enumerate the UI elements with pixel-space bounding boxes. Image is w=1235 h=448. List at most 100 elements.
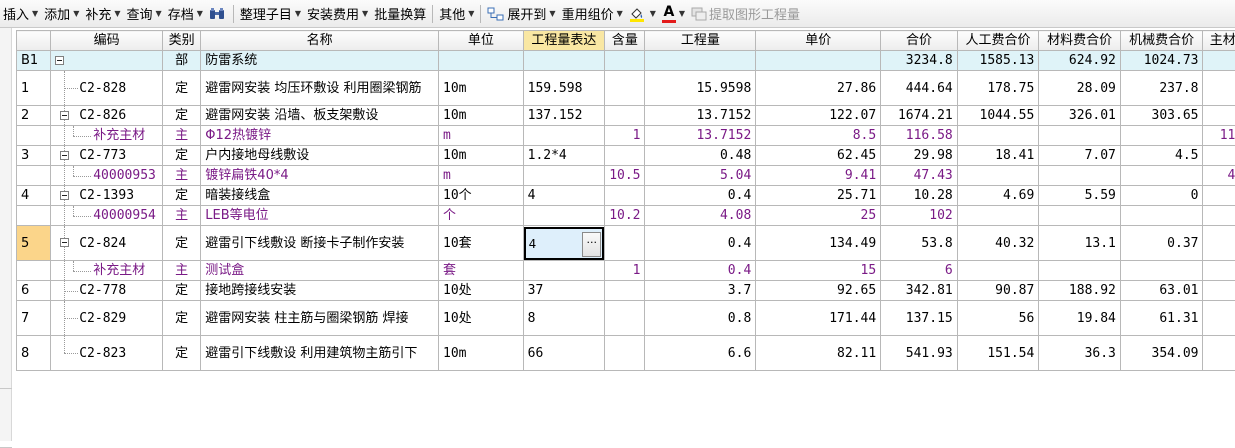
name-cell[interactable]: 避雷引下线敷设 利用建筑物主筋引下	[201, 336, 439, 371]
main-cell[interactable]	[1203, 226, 1235, 261]
query-menu[interactable]: 查询▼	[124, 2, 165, 26]
quantity-cell[interactable]: 0.4	[645, 186, 756, 206]
expression-cell[interactable]	[523, 261, 605, 281]
organize-menu[interactable]: 整理子目▼	[237, 2, 304, 26]
main-cell[interactable]	[1203, 146, 1235, 166]
labor-cell[interactable]: 178.75	[957, 71, 1039, 106]
content-cell[interactable]: 10.2	[605, 206, 645, 226]
header-material-total[interactable]: 材料费合价	[1039, 31, 1121, 51]
code-cell[interactable]: 40000954	[51, 206, 163, 226]
table-row-selected[interactable]: 5 C2-824 定 避雷引下线敷设 断接卡子制作安装 10套 4 ··· 0.…	[17, 226, 1235, 261]
unit-price-cell[interactable]: 171.44	[756, 301, 881, 336]
font-color-menu[interactable]: A ▼	[659, 2, 688, 26]
material-cell[interactable]: 188.92	[1039, 281, 1121, 301]
name-cell[interactable]: 避雷引下线敷设 断接卡子制作安装	[201, 226, 439, 261]
labor-cell[interactable]	[957, 126, 1039, 146]
unit-cell[interactable]: 10处	[439, 301, 524, 336]
quantity-cell[interactable]: 5.04	[645, 166, 756, 186]
unit-price-cell[interactable]: 25.71	[756, 186, 881, 206]
content-cell[interactable]	[605, 146, 645, 166]
code-cell[interactable]: C2-829	[51, 301, 163, 336]
expression-cell[interactable]: 66	[523, 336, 605, 371]
main-cell[interactable]	[1203, 301, 1235, 336]
code-cell[interactable]: C2-773	[51, 146, 163, 166]
code-cell[interactable]: C2-824	[51, 226, 163, 261]
code-cell[interactable]: C2-778	[51, 281, 163, 301]
category-cell[interactable]: 定	[163, 281, 201, 301]
machine-cell[interactable]: 1024.73	[1120, 51, 1203, 71]
table-row[interactable]: 2 C2-826 定 避雷网安装 沿墙、板支架敷设 10m 137.152 13…	[17, 106, 1235, 126]
header-name[interactable]: 名称	[201, 31, 439, 51]
header-main-material[interactable]: 主材费	[1203, 31, 1235, 51]
expression-cell[interactable]	[523, 126, 605, 146]
unit-price-cell[interactable]: 134.49	[756, 226, 881, 261]
content-cell[interactable]	[605, 336, 645, 371]
table-row[interactable]: 8 C2-823 定 避雷引下线敷设 利用建筑物主筋引下 10m 66 6.6 …	[17, 336, 1235, 371]
name-cell[interactable]: 避雷网安装 沿墙、板支架敷设	[201, 106, 439, 126]
category-cell[interactable]: 主	[163, 126, 201, 146]
total-cell[interactable]: 47.43	[881, 166, 958, 186]
header-unit-price[interactable]: 单价	[756, 31, 881, 51]
table-row[interactable]: 3 C2-773 定 户内接地母线敷设 10m 1.2*4 0.48 62.45…	[17, 146, 1235, 166]
unit-price-cell[interactable]: 92.65	[756, 281, 881, 301]
unit-price-cell[interactable]: 82.11	[756, 336, 881, 371]
total-cell[interactable]: 53.8	[881, 226, 958, 261]
header-total[interactable]: 合价	[881, 31, 958, 51]
labor-cell[interactable]: 18.41	[957, 146, 1039, 166]
code-cell[interactable]: C2-828	[51, 71, 163, 106]
expression-cell-active[interactable]: 4 ···	[523, 226, 605, 261]
expression-editor[interactable]: 4 ···	[524, 227, 605, 260]
total-cell[interactable]: 29.98	[881, 146, 958, 166]
name-cell[interactable]: 避雷网安装 均压环敷设 利用圈梁钢筋	[201, 71, 439, 106]
code-cell[interactable]: C2-1393	[51, 186, 163, 206]
machine-cell[interactable]: 354.09	[1120, 336, 1203, 371]
machine-cell[interactable]: 303.65	[1120, 106, 1203, 126]
add-menu[interactable]: 添加▼	[41, 2, 82, 26]
name-cell[interactable]: 避雷网安装 柱主筋与圈梁钢筋 焊接	[201, 301, 439, 336]
code-cell[interactable]: 补充主材	[51, 261, 163, 281]
labor-cell[interactable]: 40.32	[957, 226, 1039, 261]
header-labor-total[interactable]: 人工费合价	[957, 31, 1039, 51]
labor-cell[interactable]: 1044.55	[957, 106, 1039, 126]
quantity-cell[interactable]: 13.7152	[645, 106, 756, 126]
category-cell[interactable]: 主	[163, 261, 201, 281]
total-cell[interactable]: 444.64	[881, 71, 958, 106]
name-cell[interactable]: LEB等电位	[201, 206, 439, 226]
header-content[interactable]: 含量	[605, 31, 645, 51]
category-cell[interactable]: 定	[163, 301, 201, 336]
labor-cell[interactable]	[957, 166, 1039, 186]
material-cell[interactable]	[1039, 166, 1121, 186]
save-menu[interactable]: 存档▼	[165, 2, 206, 26]
content-cell[interactable]	[605, 281, 645, 301]
header-code[interactable]: 编码	[51, 31, 163, 51]
expression-cell[interactable]: 4	[523, 186, 605, 206]
main-cell[interactable]: 47.	[1203, 166, 1235, 186]
expression-input[interactable]: 4	[526, 236, 537, 251]
header-quantity-expression[interactable]: 工程量表达	[523, 31, 605, 51]
quantity-cell[interactable]: 0.8	[645, 301, 756, 336]
unit-cell[interactable]: 10套	[439, 226, 524, 261]
category-cell[interactable]: 定	[163, 71, 201, 106]
unit-price-cell[interactable]: 8.5	[756, 126, 881, 146]
material-cell[interactable]: 624.92	[1039, 51, 1121, 71]
quantity-cell[interactable]: 0.4	[645, 261, 756, 281]
material-cell[interactable]: 7.07	[1039, 146, 1121, 166]
material-cell[interactable]: 36.3	[1039, 336, 1121, 371]
machine-cell[interactable]: 4.5	[1120, 146, 1203, 166]
main-cell[interactable]: 1	[1203, 106, 1235, 126]
category-cell[interactable]: 主	[163, 166, 201, 186]
content-cell[interactable]: 1	[605, 261, 645, 281]
header-category[interactable]: 类别	[163, 31, 201, 51]
expression-cell[interactable]	[523, 166, 605, 186]
machine-cell[interactable]	[1120, 261, 1203, 281]
machine-cell[interactable]: 0.37	[1120, 226, 1203, 261]
name-cell[interactable]: 暗装接线盒	[201, 186, 439, 206]
main-cell[interactable]	[1203, 71, 1235, 106]
category-cell[interactable]: 定	[163, 186, 201, 206]
total-cell[interactable]: 10.28	[881, 186, 958, 206]
table-row-material[interactable]: 补充主材 主 测试盒 套 1 0.4 15 6	[17, 261, 1235, 281]
machine-cell[interactable]	[1120, 126, 1203, 146]
content-cell[interactable]	[605, 51, 645, 71]
table-row-material[interactable]: 补充主材 主 Φ12热镀锌 m 1 13.7152 8.5 116.58 116…	[17, 126, 1235, 146]
name-cell[interactable]: 防雷系统	[201, 51, 439, 71]
